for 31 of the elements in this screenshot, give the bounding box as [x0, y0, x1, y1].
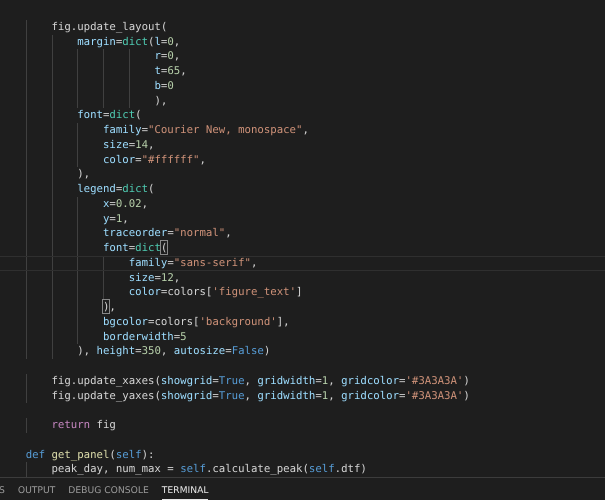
code-line: fig.update_yaxes(showgrid=True, gridwidth=1, gridcolor='#3A3A3A') [0, 388, 605, 404]
code-line: size=12, [0, 270, 605, 286]
code-line: traceorder="normal", [0, 226, 605, 241]
code-line: t=65, [0, 64, 605, 79]
code-line: ), [0, 167, 605, 182]
code-line: family="sans-serif", [0, 256, 605, 270]
code-line: return fig [0, 418, 605, 433]
code-line: fig.update_xaxes(showgrid=True, gridwidth=1, gridcolor='#3A3A3A') [0, 374, 605, 388]
code-line: ), height=350, autosize=False) [0, 344, 605, 359]
code-line: bgcolor=colors['background'], [0, 314, 605, 330]
code-line: font=dict( [0, 241, 605, 256]
code-line: borderwidth=5 [0, 330, 605, 344]
code-line: peak_day, num_max = self.calculate_peak(self.dtf) [0, 462, 605, 477]
code-line: font=dict( [0, 108, 605, 123]
code-line: ), [0, 300, 605, 315]
code-line: x=0.02, [0, 196, 605, 212]
code-line: size=14, [0, 138, 605, 152]
code-line: family="Courier New, monospace", [0, 123, 605, 138]
code-line: fig.update_layout( [0, 20, 605, 34]
code-line: margin=dict(l=0, [0, 34, 605, 50]
code-line: y=1, [0, 212, 605, 226]
panel-tab[interactable]: OUTPUT [18, 485, 56, 500]
code-line: def get_panel(self): [24, 448, 156, 462]
code-line: legend=dict( [0, 182, 605, 197]
code-line: color=colors['figure_text'] [0, 285, 605, 300]
panel-tab[interactable]: TERMINAL [162, 485, 208, 500]
code-line: r=0, [0, 49, 605, 64]
code-line: ), [0, 94, 605, 108]
code-line: color="#ffffff", [0, 152, 605, 168]
panel-tab[interactable]: DEBUG CONSOLE [68, 485, 149, 500]
code-line: b=0 [0, 78, 605, 94]
